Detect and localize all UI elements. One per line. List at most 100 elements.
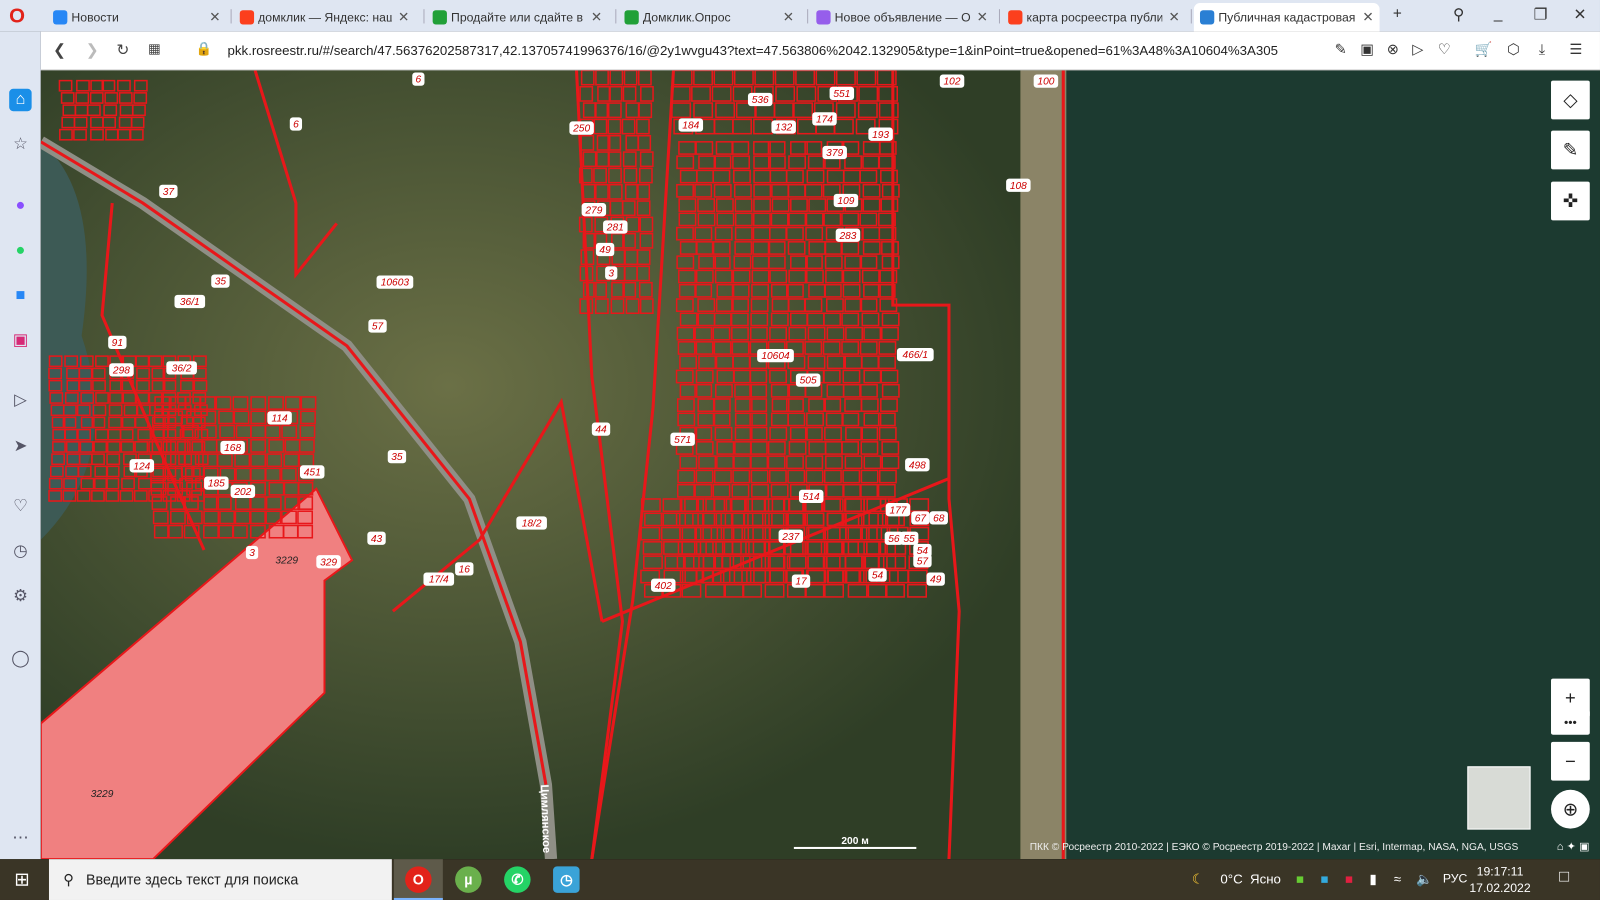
parcel-label[interactable]: 55	[899, 531, 919, 545]
send-icon[interactable]: ▷	[1412, 41, 1423, 58]
tab[interactable]: Новое объявление — Объявления ✕	[810, 3, 994, 32]
whatsapp-icon[interactable]: ●	[9, 240, 31, 262]
parcel-label[interactable]: 37	[159, 184, 178, 198]
map-canvas[interactable]: 6 6 102 536 551 250 184 132 174 193 379 37 279 281 109…	[40, 70, 1600, 860]
antivirus-icon[interactable]: ■	[1296, 871, 1304, 886]
tab[interactable]: домклик — Яндекс: нашлось ✕	[234, 3, 416, 32]
parcel-label[interactable]: 451	[299, 465, 325, 479]
history-icon[interactable]: ◷	[9, 541, 31, 563]
parcel-label[interactable]: 16	[455, 562, 474, 576]
parcel-label[interactable]: 250	[569, 121, 594, 135]
tab[interactable]: Публичная кадастровая карта ✕	[1193, 3, 1380, 32]
parcel-label[interactable]: 36/1	[174, 294, 206, 309]
parcel-label[interactable]: 17	[791, 574, 811, 588]
lock-icon[interactable]: 🔒	[196, 41, 213, 57]
weather-temp[interactable]: 0°C	[1220, 871, 1242, 886]
parcel-label[interactable]: 3	[605, 266, 618, 280]
parcel-label[interactable]: 18/2	[516, 516, 547, 530]
parcel-label[interactable]: 536	[747, 92, 773, 107]
home-icon[interactable]: ⌂	[9, 88, 32, 112]
edit-icon[interactable]: ✎	[1335, 41, 1347, 58]
close-tab-icon[interactable]: ✕	[977, 9, 988, 25]
parcel-label[interactable]: 193	[868, 127, 893, 141]
back-button[interactable]: ❮	[53, 41, 66, 59]
speed-dial-icon[interactable]: ▦	[148, 41, 161, 57]
parcel-label[interactable]: 57	[368, 319, 387, 333]
parcel-label[interactable]: 35	[387, 449, 407, 464]
tab[interactable]: Новости ✕	[47, 3, 227, 32]
cadastral-map[interactable]: 6 6 102 536 551 250 184 132 174 193 379 37 279 281 109…	[40, 70, 1600, 860]
parcel-label[interactable]: 100	[1033, 74, 1059, 88]
tab[interactable]: Домклик.Опрос ✕	[618, 3, 800, 32]
parcel-label[interactable]: 6	[412, 72, 425, 86]
close-tab-icon[interactable]: ✕	[1168, 9, 1179, 25]
parcel-label[interactable]: 44	[591, 422, 611, 436]
vk-icon[interactable]: ■	[9, 285, 31, 307]
taskbar-search[interactable]: ⚲ Введите здесь текст для поиска	[48, 859, 392, 900]
parcel-label[interactable]: 43	[367, 531, 386, 545]
search-tabs-icon[interactable]: ⚲	[1453, 5, 1464, 23]
home-icon[interactable]: ⌂	[1557, 841, 1564, 853]
parcel-label[interactable]: 132	[771, 120, 796, 134]
send-icon[interactable]: ➤	[9, 436, 31, 458]
parcel-label[interactable]: 283	[835, 228, 861, 242]
parcel-label[interactable]: 3229	[271, 553, 302, 566]
opera-logo-icon[interactable]: O	[9, 5, 25, 28]
parcel-label[interactable]: 571	[670, 432, 695, 446]
parcel-label[interactable]: 10603	[376, 275, 414, 289]
close-window-button[interactable]: ✕	[1573, 5, 1586, 23]
parcel-label[interactable]: 17/4	[423, 572, 455, 586]
player-icon[interactable]: ▷	[9, 390, 31, 412]
parcel-label[interactable]: 237	[778, 529, 804, 543]
parcel-label[interactable]: 68	[929, 511, 948, 525]
bookmark-heart-icon[interactable]: ♡	[1438, 41, 1451, 58]
volume-icon[interactable]: 🔈	[1416, 871, 1433, 887]
easy-setup-icon[interactable]: ☰	[1569, 41, 1582, 58]
tips-icon[interactable]: ◯	[9, 648, 31, 670]
zoom-out-button[interactable]: −	[1551, 741, 1590, 781]
settings-icon[interactable]: ⚙	[9, 586, 31, 608]
parcel-label[interactable]: 402	[651, 578, 676, 592]
messenger-icon[interactable]: ●	[9, 195, 31, 217]
parcel-label[interactable]: 379	[822, 145, 847, 160]
parcel-label[interactable]: 3	[245, 545, 259, 560]
parcel-label[interactable]: 124	[129, 459, 155, 473]
close-tab-icon[interactable]: ✕	[591, 9, 602, 25]
parcel-label[interactable]: 505	[795, 373, 821, 387]
parcel-label[interactable]: 3229	[87, 787, 118, 800]
more-tools-button[interactable]: •••	[1551, 710, 1590, 735]
parcel-label[interactable]: 102	[939, 74, 965, 88]
tab[interactable]: Продайте или сдайте в аренду ✕	[427, 3, 609, 32]
parcel-label[interactable]: 10604	[757, 348, 794, 363]
weather-text[interactable]: Ясно	[1250, 871, 1281, 886]
parcel-label[interactable]: 67	[911, 511, 930, 525]
parcel-label[interactable]: 35	[211, 274, 230, 288]
url-field[interactable]: pkk.rosreestr.ru/#/search/47.56376202587…	[228, 43, 1325, 58]
timer-tray-icon[interactable]: ■	[1320, 871, 1328, 886]
new-tab-button[interactable]: +	[1393, 5, 1402, 22]
layers-button[interactable]: ◇	[1551, 80, 1590, 120]
tab[interactable]: карта росреестра публичная ✕	[1002, 3, 1186, 32]
parcel-label[interactable]: 298	[109, 363, 134, 377]
taskbar-opera[interactable]: O	[393, 859, 443, 900]
basemap-switcher[interactable]	[1467, 766, 1531, 830]
whatsapp-icon[interactable]: ✆	[504, 866, 531, 893]
parcel-label[interactable]: 281	[603, 220, 628, 234]
parcel-label[interactable]: 114	[267, 411, 292, 425]
close-tab-icon[interactable]: ✕	[398, 9, 409, 25]
parcel-label[interactable]: 168	[220, 440, 245, 455]
close-tab-icon[interactable]: ✕	[783, 9, 794, 25]
parcel-label[interactable]: 184	[678, 118, 704, 132]
extensions-icon[interactable]: ⬡	[1507, 41, 1519, 58]
notifications-icon[interactable]: □	[1559, 868, 1569, 886]
parcel-label[interactable]: 91	[108, 335, 127, 349]
parcel-label[interactable]: 109	[833, 193, 859, 208]
parcel-label[interactable]: 514	[798, 489, 824, 504]
timer-icon[interactable]: ◷	[553, 866, 580, 893]
parcel-label[interactable]: 6	[289, 117, 303, 131]
parcel-label[interactable]: 466/1	[896, 347, 934, 362]
reload-button[interactable]: ↻	[116, 41, 129, 59]
parcel-label[interactable]: 36/2	[166, 361, 197, 375]
minimize-button[interactable]: _	[1494, 5, 1503, 22]
parcel-label[interactable]: 54	[868, 568, 887, 582]
